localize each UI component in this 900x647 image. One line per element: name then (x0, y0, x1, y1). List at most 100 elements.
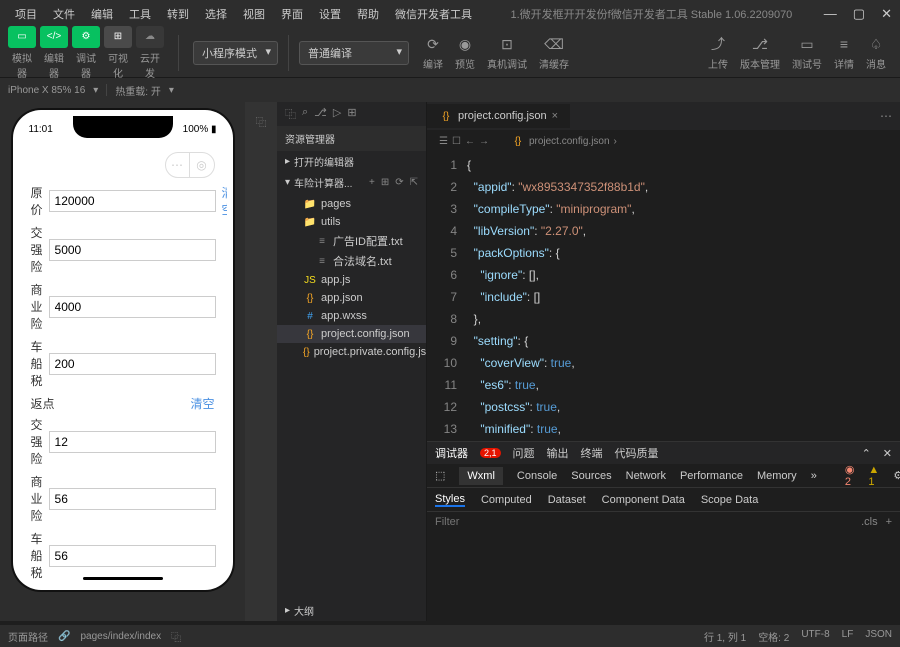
menu-tools[interactable]: 工具 (122, 2, 158, 26)
tree-item[interactable]: 📁utils (277, 213, 426, 231)
maximize-icon[interactable]: ▢ (853, 6, 865, 22)
r3-input[interactable] (49, 545, 216, 567)
fwd-icon[interactable]: → (479, 136, 489, 147)
memory-tab[interactable]: Memory (757, 470, 797, 482)
tree-item[interactable]: ≡广告ID配置.txt (277, 231, 426, 251)
more-icon[interactable]: ⋯ (872, 109, 900, 123)
scope-data-tab[interactable]: Scope Data (701, 494, 758, 506)
error-count[interactable]: ◉ 2 (845, 463, 855, 488)
cloud-button[interactable]: ☁ (136, 26, 164, 48)
project-section[interactable]: ▾车险计算器... + ⊞ ⟳ ⇱ (277, 172, 426, 193)
outline-section[interactable]: ▸大纲 (277, 600, 426, 621)
files-icon[interactable]: ⿻ (249, 110, 273, 134)
tree-item[interactable]: #app.wxss (277, 307, 426, 325)
upload-button[interactable]: ⤴上传 (702, 32, 734, 73)
tree-item[interactable]: {}project.private.config.js... (277, 343, 426, 361)
bookmark-icon[interactable]: ☰ (439, 136, 448, 147)
menu-view[interactable]: 视图 (236, 2, 272, 26)
editor-tab[interactable]: {}project.config.json× (427, 104, 571, 128)
device-dpr[interactable]: 热重载: 开 (115, 83, 161, 98)
tree-item[interactable]: {}project.config.json (277, 325, 426, 343)
open-editors-section[interactable]: ▸打开的编辑器 (277, 151, 426, 172)
code-area[interactable]: 12345678910111213 { "appid": "wx89533473… (427, 152, 900, 441)
debugger-button[interactable]: ⚙ (72, 26, 100, 48)
output-tab[interactable]: 输出 (547, 445, 569, 461)
link-icon[interactable]: 🔗 (58, 631, 70, 642)
tree-item[interactable]: 📁pages (277, 195, 426, 213)
search-icon[interactable]: ⌕ (302, 106, 308, 122)
ext-icon[interactable]: ⊞ (347, 106, 356, 122)
compile-button[interactable]: ⟳编译 (417, 32, 449, 73)
menu-interface[interactable]: 界面 (274, 2, 310, 26)
lang[interactable]: JSON (865, 629, 892, 644)
debugger-tab[interactable]: 调试器 (435, 445, 468, 461)
problems-tab[interactable]: 问题 (513, 445, 535, 461)
more-tabs-icon[interactable]: » (811, 470, 817, 482)
simulator-button[interactable]: ▭ (8, 26, 36, 48)
wxml-tab[interactable]: Wxml (459, 467, 503, 485)
dataset-tab[interactable]: Dataset (548, 494, 586, 506)
filter-input[interactable] (435, 516, 853, 528)
indent[interactable]: 空格: 2 (758, 629, 789, 644)
copy-icon[interactable]: ⿻ (171, 629, 181, 644)
visual-button[interactable]: ⊞ (104, 26, 132, 48)
menu-project[interactable]: 项目 (8, 2, 44, 26)
tree-item[interactable]: ≡合法域名.txt (277, 251, 426, 271)
tree-item[interactable]: JSapp.js (277, 271, 426, 289)
clear2-button[interactable]: 清空 (190, 395, 214, 412)
close-icon[interactable]: ✕ (881, 6, 892, 22)
menu-settings[interactable]: 设置 (312, 2, 348, 26)
computed-tab[interactable]: Computed (481, 494, 532, 506)
device-model[interactable]: iPhone X 85% 16 (8, 85, 85, 96)
compile-select[interactable]: 普通编译 (299, 41, 409, 65)
debugger-min-icon[interactable]: ⌃ (862, 447, 871, 460)
back-icon[interactable]: ← (465, 136, 475, 147)
network-tab[interactable]: Network (626, 470, 666, 482)
inspect-icon[interactable]: ⬚ (435, 469, 445, 482)
clear-cache-button[interactable]: ⌫清缓存 (533, 32, 575, 73)
menu-goto[interactable]: 转到 (160, 2, 196, 26)
settings-icon[interactable]: ⚙ (893, 469, 900, 482)
styles-tab[interactable]: Styles (435, 493, 465, 507)
menu-devtools[interactable]: 微信开发者工具 (388, 2, 479, 26)
menu-edit[interactable]: 编辑 (84, 2, 120, 26)
tax-input[interactable] (49, 353, 216, 375)
preview-button[interactable]: ◉预览 (449, 32, 481, 73)
debug-icon[interactable]: ▷ (333, 106, 341, 122)
version-button[interactable]: ⎇版本管理 (734, 32, 786, 73)
menu-file[interactable]: 文件 (46, 2, 82, 26)
collapse-icon[interactable]: ⇱ (410, 177, 418, 188)
menu-select[interactable]: 选择 (198, 2, 234, 26)
ins1-input[interactable] (49, 239, 216, 261)
new-folder-icon[interactable]: ⊞ (381, 177, 389, 188)
encoding[interactable]: UTF-8 (801, 629, 829, 644)
ins2-input[interactable] (49, 296, 216, 318)
route[interactable]: pages/index/index (80, 631, 161, 642)
details-button[interactable]: ≡详情 (828, 32, 860, 73)
editor-button[interactable]: </> (40, 26, 68, 48)
cls-button[interactable]: .cls (861, 516, 878, 528)
menu-help[interactable]: 帮助 (350, 2, 386, 26)
warn-count[interactable]: ▲ 1 (868, 464, 879, 488)
console-tab[interactable]: Console (517, 470, 557, 482)
minimize-icon[interactable]: — (824, 6, 837, 22)
r1-input[interactable] (49, 431, 216, 453)
new-file-icon[interactable]: + (369, 177, 375, 188)
add-style-icon[interactable]: + (886, 516, 892, 528)
cursor-pos[interactable]: 行 1, 列 1 (704, 629, 746, 644)
tree-item[interactable]: {}app.json (277, 289, 426, 307)
r2-input[interactable] (49, 488, 216, 510)
quality-tab[interactable]: 代码质量 (615, 445, 659, 461)
sources-tab[interactable]: Sources (571, 470, 611, 482)
messages-button[interactable]: ♤消息 (860, 32, 892, 73)
explorer-icon[interactable]: ⿻ (285, 106, 296, 122)
terminal-tab[interactable]: 终端 (581, 445, 603, 461)
git-icon[interactable]: ⎇ (314, 106, 327, 122)
test-account-button[interactable]: ▭测试号 (786, 32, 828, 73)
eol[interactable]: LF (842, 629, 854, 644)
refresh-icon[interactable]: ⟳ (395, 177, 403, 188)
remote-debug-button[interactable]: ⊡真机调试 (481, 32, 533, 73)
mode-select[interactable]: 小程序模式 (193, 41, 278, 65)
component-data-tab[interactable]: Component Data (602, 494, 685, 506)
code-text[interactable]: { "appid": "wx8953347352f88b1d", "compil… (467, 152, 900, 441)
